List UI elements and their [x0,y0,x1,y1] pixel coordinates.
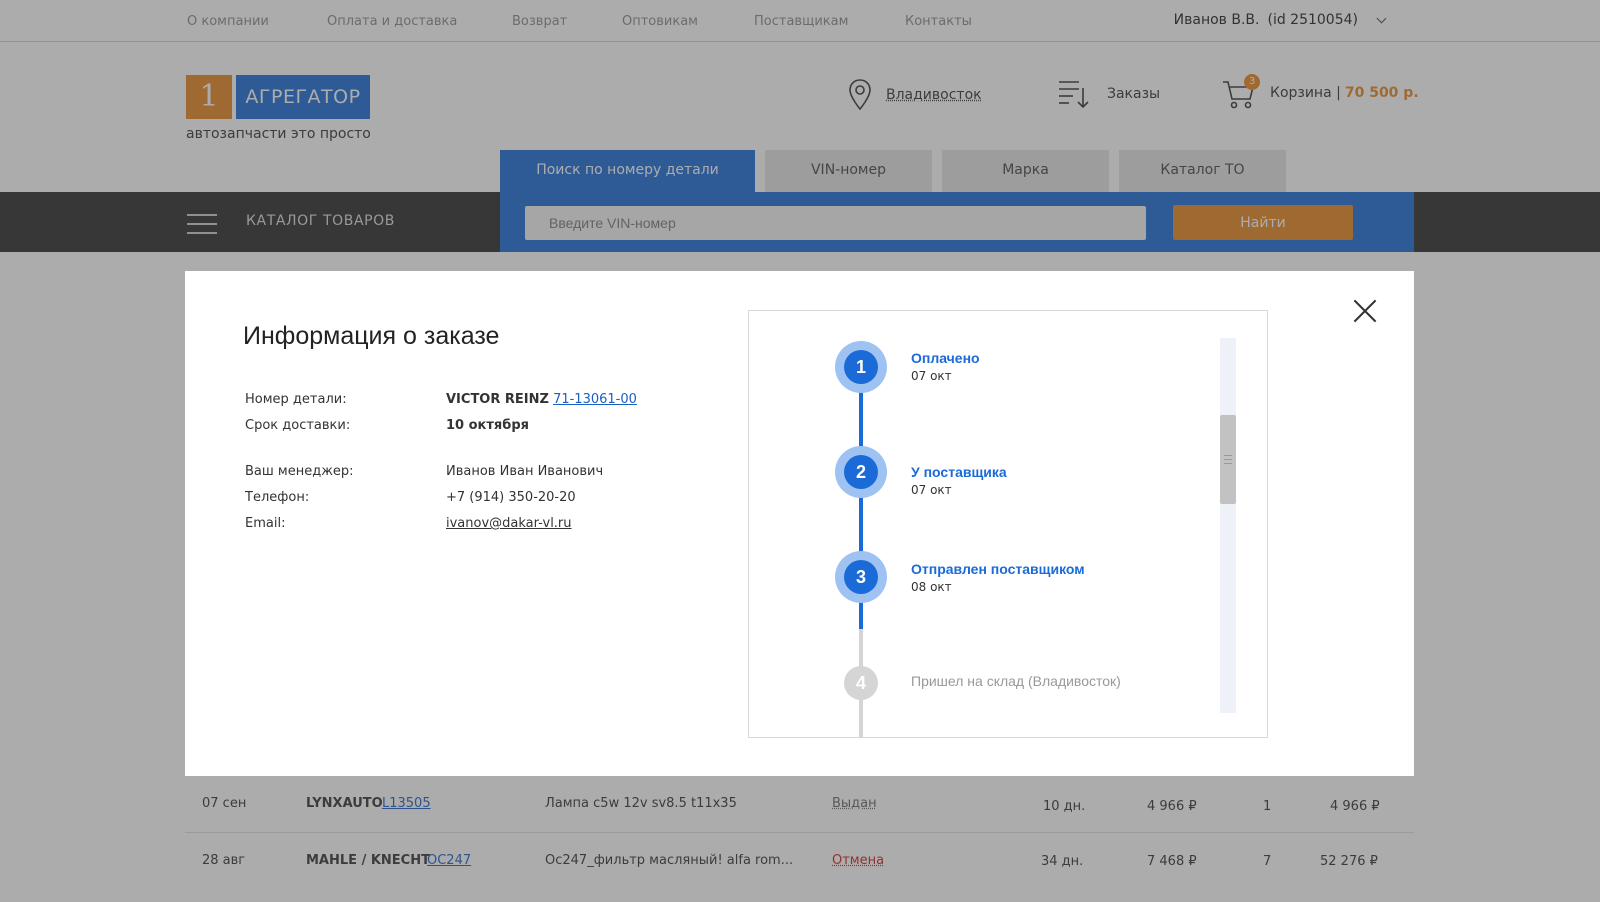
step-3-date: 08 окт [911,580,952,594]
step-2-title: У поставщика [911,464,1007,480]
step-1-marker: 1 [835,341,887,393]
step-number: 2 [844,455,878,489]
step-4-marker: 4 [844,666,878,700]
email-link[interactable]: ivanov@dakar-vl.ru [446,516,572,531]
email-label: Email: [245,516,286,531]
step-number: 1 [844,350,878,384]
order-status-timeline: 1 Оплачено 07 окт 2 У поставщика 07 окт … [748,310,1268,738]
delivery-label: Срок доставки: [245,418,351,433]
delivery-value: 10 октября [446,418,529,433]
modal-title: Информация о заказе [243,322,500,350]
part-number-link[interactable]: 71-13061-00 [553,392,637,407]
manager-label: Ваш менеджер: [245,464,354,479]
step-2-date: 07 окт [911,483,952,497]
manager-value: Иванов Иван Иванович [446,464,604,479]
step-number: 3 [844,560,878,594]
phone-value: +7 (914) 350-20-20 [446,490,576,505]
step-4-title: Пришел на склад (Владивосток) [911,673,1121,689]
step-1-title: Оплачено [911,350,980,366]
close-icon[interactable] [1350,296,1380,326]
step-3-title: Отправлен поставщиком [911,561,1085,577]
timeline-scrollbar-thumb[interactable] [1220,415,1236,504]
step-2-marker: 2 [835,446,887,498]
order-info-modal: Информация о заказе Номер детали: VICTOR… [185,271,1414,776]
phone-label: Телефон: [245,490,310,505]
part-value: VICTOR REINZ 71-13061-00 [446,392,637,407]
part-label: Номер детали: [245,392,347,407]
timeline-scrollbar-track[interactable] [1220,338,1236,713]
step-1-date: 07 окт [911,369,952,383]
part-brand: VICTOR REINZ [446,392,549,407]
step-3-marker: 3 [835,551,887,603]
